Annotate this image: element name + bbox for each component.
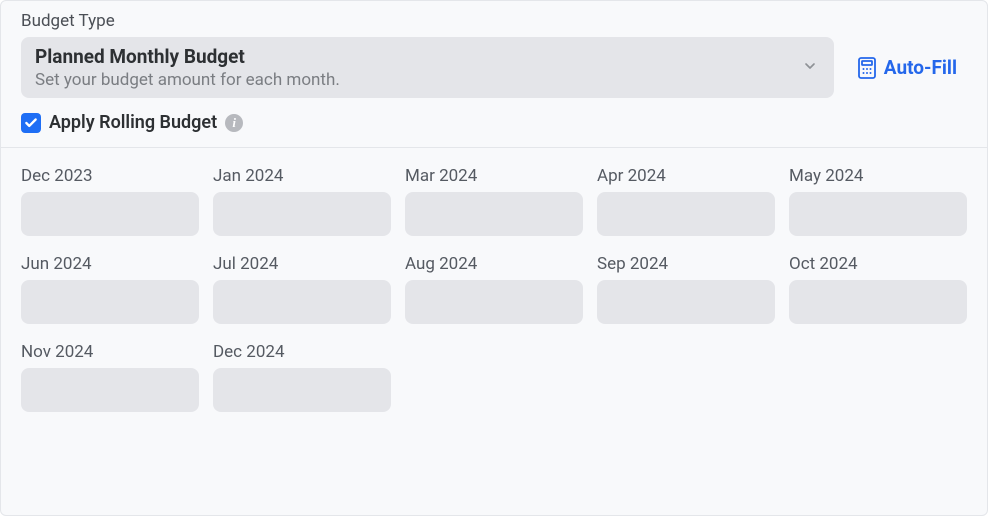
month-input[interactable] xyxy=(213,192,391,236)
months-grid-container: Dec 2023 Jan 2024 Mar 2024 Apr 2024 May 2024… xyxy=(1,147,987,430)
chevron-down-icon xyxy=(802,58,818,78)
month-input[interactable] xyxy=(213,280,391,324)
month-label: Nov 2024 xyxy=(21,342,199,362)
month-input[interactable] xyxy=(405,280,583,324)
budget-type-select[interactable]: Planned Monthly Budget Set your budget a… xyxy=(21,37,834,98)
month-label: Jun 2024 xyxy=(21,254,199,274)
months-grid: Dec 2023 Jan 2024 Mar 2024 Apr 2024 May 2024… xyxy=(21,166,967,412)
month-cell: Sep 2024 xyxy=(597,254,775,324)
month-input[interactable] xyxy=(597,192,775,236)
month-cell: Mar 2024 xyxy=(405,166,583,236)
budget-type-label: Budget Type xyxy=(21,11,967,31)
month-label: Dec 2023 xyxy=(21,166,199,186)
month-input[interactable] xyxy=(21,280,199,324)
month-cell: Jun 2024 xyxy=(21,254,199,324)
month-label: Oct 2024 xyxy=(789,254,967,274)
budget-type-row: Planned Monthly Budget Set your budget a… xyxy=(21,37,967,98)
month-label: Jul 2024 xyxy=(213,254,391,274)
month-label: May 2024 xyxy=(789,166,967,186)
calculator-icon xyxy=(858,57,876,79)
month-input[interactable] xyxy=(789,192,967,236)
info-icon[interactable]: i xyxy=(225,114,243,132)
rolling-budget-row: Apply Rolling Budget i xyxy=(21,112,967,133)
month-cell: Apr 2024 xyxy=(597,166,775,236)
month-cell: May 2024 xyxy=(789,166,967,236)
month-cell: Aug 2024 xyxy=(405,254,583,324)
month-input[interactable] xyxy=(789,280,967,324)
month-cell: Jan 2024 xyxy=(213,166,391,236)
month-input[interactable] xyxy=(21,368,199,412)
budget-type-select-subtitle: Set your budget amount for each month. xyxy=(35,70,794,90)
month-cell: Nov 2024 xyxy=(21,342,199,412)
month-cell: Dec 2023 xyxy=(21,166,199,236)
budget-header: Budget Type Planned Monthly Budget Set y… xyxy=(1,1,987,147)
month-label: Aug 2024 xyxy=(405,254,583,274)
month-label: Dec 2024 xyxy=(213,342,391,362)
budget-type-select-title: Planned Monthly Budget xyxy=(35,45,794,68)
month-cell: Oct 2024 xyxy=(789,254,967,324)
month-input[interactable] xyxy=(597,280,775,324)
month-input[interactable] xyxy=(213,368,391,412)
auto-fill-label: Auto-Fill xyxy=(884,56,957,79)
month-label: Mar 2024 xyxy=(405,166,583,186)
month-cell: Dec 2024 xyxy=(213,342,391,412)
budget-panel: Budget Type Planned Monthly Budget Set y… xyxy=(0,0,988,516)
month-input[interactable] xyxy=(21,192,199,236)
month-cell: Jul 2024 xyxy=(213,254,391,324)
auto-fill-button[interactable]: Auto-Fill xyxy=(858,56,967,79)
rolling-budget-label: Apply Rolling Budget xyxy=(49,112,217,133)
month-label: Jan 2024 xyxy=(213,166,391,186)
month-label: Apr 2024 xyxy=(597,166,775,186)
month-label: Sep 2024 xyxy=(597,254,775,274)
month-input[interactable] xyxy=(405,192,583,236)
rolling-budget-checkbox[interactable] xyxy=(21,113,41,133)
